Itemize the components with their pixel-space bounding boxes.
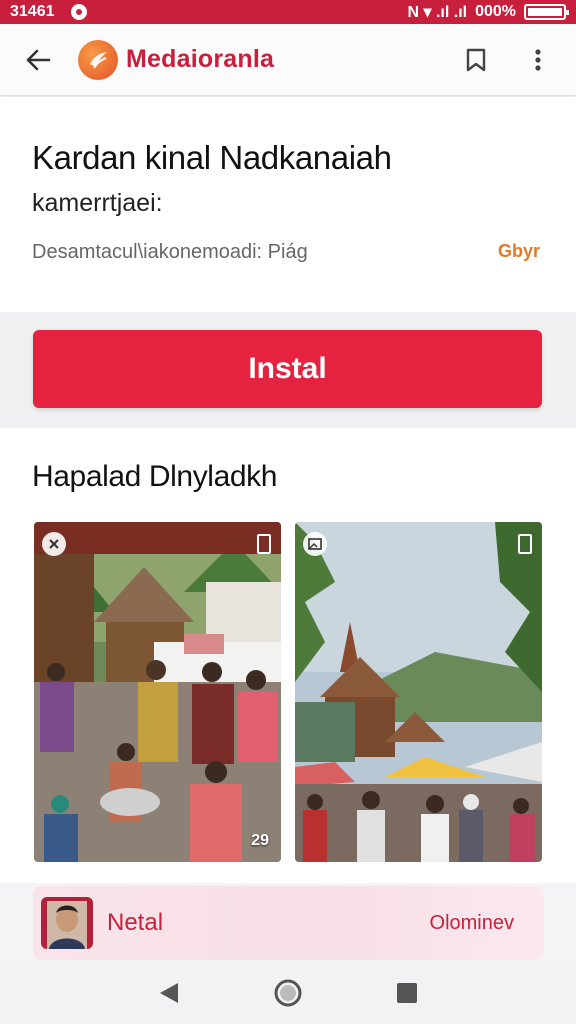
install-area: Instal — [0, 312, 576, 428]
signal-icons: N ▾ .ıl .ıl — [407, 4, 468, 21]
gallery-thumbnail-village[interactable] — [295, 522, 542, 862]
status-left: 31461 — [10, 3, 87, 21]
meta-link[interactable]: Gbyr — [498, 241, 540, 262]
app-bar: Medaioranla — [0, 24, 576, 96]
gallery-thumbnail-market[interactable]: 29 — [34, 522, 281, 862]
record-icon — [70, 4, 87, 20]
battery-icon — [524, 4, 569, 20]
bookmark-corner-icon — [518, 534, 532, 554]
gallery-title: Hapalad Dlnyladkh — [32, 460, 278, 493]
back-button[interactable] — [18, 40, 58, 80]
nav-back-button[interactable] — [149, 973, 189, 1013]
app-logo-icon — [78, 39, 118, 80]
village-photo — [295, 522, 542, 862]
app-subtitle: kamerrtjaei: — [32, 189, 163, 217]
install-button[interactable]: Instal — [33, 330, 542, 408]
back-triangle-icon — [160, 983, 179, 1003]
app-screen: 31461 N ▾ .ıl .ıl 000% Medaioranla Karda… — [0, 0, 576, 1024]
promo-label: Netal — [107, 909, 164, 936]
nav-home-button[interactable] — [268, 973, 308, 1013]
home-circle-icon — [274, 979, 302, 1007]
back-arrow-icon — [26, 49, 51, 70]
close-icon — [42, 532, 66, 556]
battery-level-fill — [528, 8, 562, 16]
app-actions — [456, 40, 558, 80]
bookmark-corner-icon — [257, 534, 271, 554]
system-nav-bar — [0, 962, 576, 1024]
app-details-card: Kardan kinal Nadkanaiah kamerrtjaei: Des… — [0, 97, 576, 312]
bookmark-icon — [466, 48, 486, 71]
app-title: Kardan kinal Nadkanaiah — [32, 139, 392, 176]
app-meta: Desamtacul\iakonemoadi: Piág — [32, 241, 308, 263]
avatar — [41, 897, 93, 949]
market-photo — [34, 522, 281, 862]
app-name: Medaioranla — [126, 45, 275, 73]
nav-recents-button[interactable] — [387, 973, 427, 1013]
more-options-button[interactable] — [518, 40, 558, 80]
promo-card[interactable]: Netal Olominev — [33, 886, 544, 960]
battery-percent: 000% — [475, 3, 516, 20]
bookmark-button[interactable] — [456, 40, 496, 80]
more-vert-icon — [535, 48, 541, 71]
status-bar: 31461 N ▾ .ıl .ıl 000% — [0, 0, 576, 24]
status-right: N ▾ .ıl .ıl 000% — [407, 2, 569, 22]
status-time: 31461 — [10, 3, 55, 20]
gallery-section: Hapalad Dlnyladkh 29 — [0, 428, 576, 883]
recents-square-icon — [396, 983, 417, 1003]
thumbnail-count: 29 — [251, 832, 269, 849]
promo-action-text: Olominev — [429, 911, 514, 934]
image-icon — [303, 532, 327, 556]
